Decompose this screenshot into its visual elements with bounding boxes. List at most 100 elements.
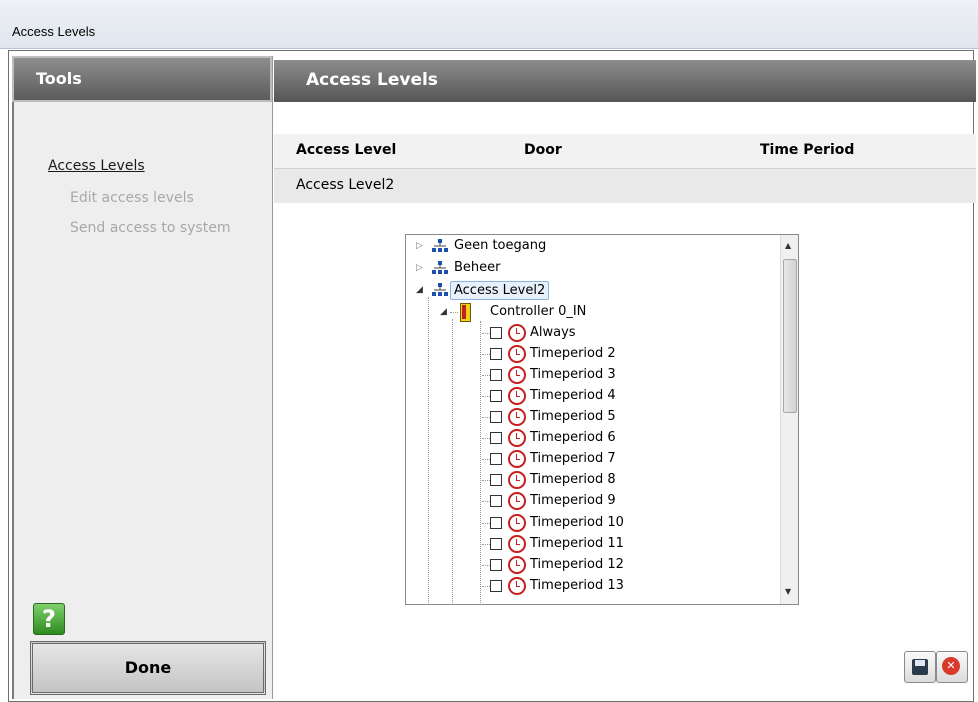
clock-icon [508, 450, 526, 468]
table-cell-access-level: Access Level2 [296, 177, 395, 193]
tools-link-access-levels[interactable]: Access Levels [48, 158, 145, 174]
time-period-label: Timeperiod 2 [530, 346, 616, 361]
tree-leaf-time-period[interactable]: Timeperiod 4 [406, 387, 776, 407]
time-period-checkbox[interactable] [490, 411, 502, 423]
tree-guide-line [482, 459, 490, 460]
tree-node-label: Access Level2 [450, 281, 550, 300]
clock-icon [508, 345, 526, 363]
tree-leaf-time-period[interactable]: Timeperiod 6 [406, 429, 776, 449]
column-header-time-period[interactable]: Time Period [760, 142, 854, 158]
tree-guide-line [482, 375, 490, 376]
help-button[interactable]: ? [33, 603, 65, 635]
clock-icon [508, 471, 526, 489]
clock-icon [508, 556, 526, 574]
time-period-label: Timeperiod 7 [530, 451, 616, 466]
clock-icon [508, 366, 526, 384]
tree-guide-line [482, 480, 490, 481]
content-header-title: Access Levels [306, 70, 438, 90]
window-title: Access Levels [12, 24, 96, 39]
clock-icon [508, 492, 526, 510]
column-header-access-level[interactable]: Access Level [296, 142, 396, 158]
clock-icon [508, 535, 526, 553]
scroll-down-icon[interactable]: ▼ [785, 587, 791, 596]
tree-leaf-time-period[interactable]: Timeperiod 8 [406, 471, 776, 491]
tools-header-title: Tools [36, 69, 82, 88]
tree-guide-line [482, 438, 490, 439]
tree-leaf-time-period[interactable]: Timeperiod 9 [406, 492, 776, 512]
time-period-label: Always [530, 325, 576, 340]
network-group-icon [432, 283, 448, 296]
network-group-icon [432, 261, 448, 274]
tree-leaf-time-period[interactable]: Timeperiod 5 [406, 408, 776, 428]
tree-leaf-time-period[interactable]: Timeperiod 13 [406, 577, 776, 597]
time-period-checkbox[interactable] [490, 538, 502, 550]
done-button[interactable]: Done [30, 641, 266, 695]
column-header-door[interactable]: Door [524, 142, 562, 158]
help-icon: ? [42, 605, 56, 633]
save-button[interactable] [904, 651, 936, 683]
time-period-checkbox[interactable] [490, 517, 502, 529]
time-period-checkbox[interactable] [490, 390, 502, 402]
clock-icon [508, 429, 526, 447]
time-period-checkbox[interactable] [490, 432, 502, 444]
tree-node[interactable]: ▷ Beheer [406, 259, 776, 279]
collapse-icon[interactable]: ◢ [440, 307, 447, 317]
door-controller-icon [460, 303, 471, 322]
time-period-checkbox[interactable] [490, 369, 502, 381]
time-period-checkbox[interactable] [490, 348, 502, 360]
tree-guide-line [482, 417, 490, 418]
tree-guide-line [482, 333, 490, 334]
tree-leaf-time-period[interactable]: Timeperiod 7 [406, 450, 776, 470]
tree-scrollbar[interactable]: ▲ ▼ [780, 235, 798, 604]
table-row[interactable]: Access Level2 [274, 169, 976, 203]
network-group-icon [432, 239, 448, 252]
tree-guide-line [482, 354, 490, 355]
time-period-checkbox[interactable] [490, 559, 502, 571]
tree-guide-line [482, 565, 490, 566]
time-period-label: Timeperiod 5 [530, 409, 616, 424]
window-titlebar: Access Levels [0, 0, 978, 49]
content-header: Access Levels [274, 60, 976, 102]
expand-icon[interactable]: ▷ [416, 241, 423, 251]
tree-leaf-time-period[interactable]: Timeperiod 10 [406, 514, 776, 534]
tree-leaf-time-period[interactable]: Timeperiod 2 [406, 345, 776, 365]
time-period-label: Timeperiod 10 [530, 515, 624, 530]
tree-guide-line [482, 586, 490, 587]
access-tree-view[interactable]: ▷ Geen toegang ▷ Beheer ◢ Access Level2 … [405, 234, 799, 605]
tools-edit-access-levels[interactable]: Edit access levels [70, 190, 194, 206]
tools-header: Tools [12, 56, 272, 102]
clock-icon [508, 408, 526, 426]
tree-node[interactable]: ▷ Geen toegang [406, 237, 776, 257]
time-period-label: Timeperiod 8 [530, 472, 616, 487]
time-period-label: Timeperiod 4 [530, 388, 616, 403]
time-period-checkbox[interactable] [490, 453, 502, 465]
time-period-label: Timeperiod 9 [530, 493, 616, 508]
tree-node-controller[interactable]: ◢ Controller 0_IN [406, 303, 776, 323]
tree-node-label: Beheer [454, 260, 501, 275]
tools-send-access-to-system[interactable]: Send access to system [70, 220, 230, 236]
collapse-icon[interactable]: ◢ [416, 285, 423, 295]
expand-icon[interactable]: ▷ [416, 263, 423, 273]
tree-guide-line [450, 312, 458, 313]
time-period-checkbox[interactable] [490, 580, 502, 592]
tree-guide-line [482, 501, 490, 502]
tree-node-label: Geen toegang [454, 238, 547, 253]
scrollbar-thumb[interactable] [783, 259, 797, 413]
cancel-button[interactable] [936, 651, 968, 683]
time-period-checkbox[interactable] [490, 327, 502, 339]
clock-icon [508, 577, 526, 595]
tree-leaf-time-period[interactable]: Always [406, 324, 776, 344]
access-table-header: Access Level Door Time Period [274, 134, 976, 169]
tree-leaf-time-period[interactable]: Timeperiod 11 [406, 535, 776, 555]
clock-icon [508, 324, 526, 342]
time-period-label: Timeperiod 13 [530, 578, 624, 593]
scroll-up-icon[interactable]: ▲ [785, 241, 791, 250]
time-period-label: Timeperiod 6 [530, 430, 616, 445]
tree-leaf-time-period[interactable]: Timeperiod 3 [406, 366, 776, 386]
tree-leaf-time-period[interactable]: Timeperiod 12 [406, 556, 776, 576]
tree-guide-line [482, 523, 490, 524]
time-period-label: Timeperiod 3 [530, 367, 616, 382]
tree-node-selected[interactable]: ◢ Access Level2 [406, 281, 776, 301]
time-period-checkbox[interactable] [490, 474, 502, 486]
time-period-checkbox[interactable] [490, 495, 502, 507]
